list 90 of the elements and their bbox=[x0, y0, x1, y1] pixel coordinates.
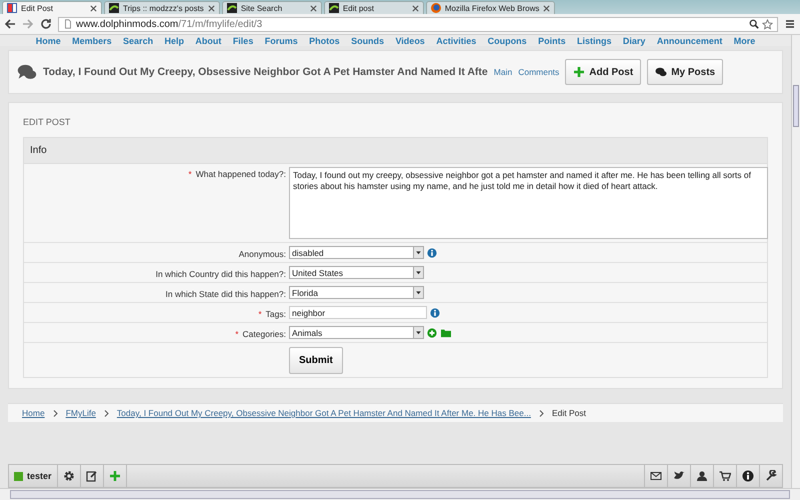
nav-link[interactable]: More bbox=[734, 36, 756, 46]
caret-icon bbox=[415, 269, 422, 276]
field-label: What happened today?: bbox=[196, 169, 286, 179]
chevron-right-icon bbox=[538, 410, 544, 416]
breadcrumb-item[interactable]: Home bbox=[22, 408, 45, 418]
close-icon[interactable] bbox=[310, 4, 317, 12]
wrench-icon bbox=[765, 470, 777, 482]
close-icon[interactable] bbox=[208, 4, 215, 12]
browser-tab[interactable]: Site Search bbox=[222, 1, 322, 14]
required-mark: * bbox=[188, 169, 192, 179]
post-title: Today, I Found Out My Creepy, Obsessive Neighbor Got A Pet Hamster And Named It Afte bbox=[43, 66, 488, 78]
header-link[interactable]: Main bbox=[494, 67, 512, 77]
field-label: Categories: bbox=[242, 328, 286, 338]
nav-link[interactable]: Diary bbox=[622, 36, 646, 46]
required-mark: * bbox=[235, 328, 239, 338]
user-menu[interactable]: tester bbox=[9, 465, 58, 487]
globe-fox-icon bbox=[430, 3, 441, 13]
plus-icon bbox=[573, 66, 586, 78]
cart-icon bbox=[719, 470, 731, 482]
caret-icon bbox=[415, 249, 422, 256]
address-bar[interactable]: www.dolphinmods.com/71/m/fmylife/edit/3 bbox=[58, 16, 778, 32]
header-button[interactable]: My Posts bbox=[647, 59, 724, 85]
close-icon[interactable] bbox=[412, 4, 419, 12]
text-area[interactable]: Today, I found out my creepy, obsessive neighbor got a pet hamster and named it after me. He has been telling all sorts of stories about his hamster using my name, and he just told me in detail how it died of heart attack. bbox=[289, 167, 768, 239]
breadcrumb-item[interactable]: Today, I Found Out My Creepy, Obsessive Neighbor Got A Pet Hamster And Named It After Me. He Has Bee... bbox=[116, 408, 531, 418]
dropdown[interactable]: Animals bbox=[289, 326, 424, 339]
dropdown[interactable]: United States bbox=[289, 266, 424, 279]
folder-icon bbox=[440, 328, 452, 338]
nav-link[interactable]: Coupons bbox=[488, 36, 527, 46]
panel-title: EDIT POST bbox=[23, 117, 72, 127]
browser-tab[interactable]: Trips :: modzzz's posts bbox=[104, 1, 220, 14]
back-arrow-icon bbox=[4, 18, 16, 30]
nav-link[interactable]: About bbox=[195, 36, 222, 46]
nav-link[interactable]: Home bbox=[36, 36, 61, 46]
dropdown[interactable]: disabled bbox=[289, 246, 424, 259]
page-icon bbox=[63, 19, 73, 29]
nav-link[interactable]: Activities bbox=[436, 36, 476, 46]
close-icon[interactable] bbox=[90, 4, 97, 12]
add-circle-icon[interactable] bbox=[427, 328, 437, 338]
field-label: In which Country did this happen?: bbox=[156, 268, 286, 278]
reload-icon bbox=[40, 18, 52, 30]
chevron-right-icon bbox=[52, 410, 58, 416]
chevron-right-icon bbox=[104, 410, 109, 416]
caret-icon bbox=[415, 329, 422, 336]
nav-link[interactable]: Videos bbox=[395, 36, 425, 46]
header-button[interactable]: Add Post bbox=[565, 59, 642, 85]
breadcrumb-item[interactable]: FMyLife bbox=[66, 408, 96, 418]
bird-icon bbox=[673, 470, 685, 482]
browser-tab[interactable]: Edit Post bbox=[2, 1, 102, 14]
menu-icon bbox=[784, 18, 796, 30]
gear-icon bbox=[62, 470, 75, 482]
plus-icon bbox=[108, 470, 121, 482]
caret-icon bbox=[415, 289, 422, 296]
browser-tab[interactable]: Edit post bbox=[324, 1, 424, 14]
nav-link[interactable]: Listings bbox=[577, 36, 612, 46]
star-icon bbox=[762, 18, 773, 30]
site-favicon-icon bbox=[226, 3, 237, 13]
nav-link[interactable]: Sounds bbox=[351, 36, 384, 46]
site-favicon-icon bbox=[109, 3, 119, 13]
mail-icon bbox=[650, 470, 662, 482]
header-link[interactable]: Comments bbox=[518, 67, 560, 77]
breadcrumb-item: Edit Post bbox=[552, 408, 586, 418]
edit-icon bbox=[86, 470, 98, 482]
nav-link[interactable]: Photos bbox=[309, 36, 340, 46]
nav-link[interactable]: Announcement bbox=[656, 36, 722, 46]
zoom-icon bbox=[749, 19, 759, 29]
scrollbar[interactable] bbox=[0, 488, 800, 500]
submit-button[interactable]: Submit bbox=[289, 347, 343, 374]
close-icon[interactable] bbox=[543, 4, 550, 12]
nav-link[interactable]: Members bbox=[72, 36, 112, 46]
info-icon bbox=[742, 470, 754, 482]
required-mark: * bbox=[258, 308, 262, 318]
field-label: In which State did this happen?: bbox=[166, 288, 286, 298]
nav-link[interactable]: Forums bbox=[264, 36, 298, 46]
dropdown[interactable]: Florida bbox=[289, 286, 424, 299]
chat-bubbles-icon bbox=[17, 62, 37, 82]
forward-arrow-icon bbox=[22, 18, 34, 30]
person-icon bbox=[696, 470, 708, 482]
browser-tab[interactable]: Mozilla Firefox Web Brows bbox=[426, 1, 556, 14]
field-label: Tags: bbox=[266, 308, 286, 318]
nav-link[interactable]: Files bbox=[232, 36, 254, 46]
chat-bubbles-icon bbox=[655, 66, 668, 78]
nav-link[interactable]: Points bbox=[538, 36, 566, 46]
nav-link[interactable]: Help bbox=[164, 36, 184, 46]
section-header: Info bbox=[24, 138, 767, 164]
scrollbar[interactable] bbox=[791, 35, 800, 488]
field-label: Anonymous: bbox=[238, 248, 286, 258]
input-field[interactable]: neighbor bbox=[289, 306, 427, 319]
nav-link[interactable]: Search bbox=[123, 36, 154, 46]
site-favicon-icon bbox=[328, 3, 339, 13]
